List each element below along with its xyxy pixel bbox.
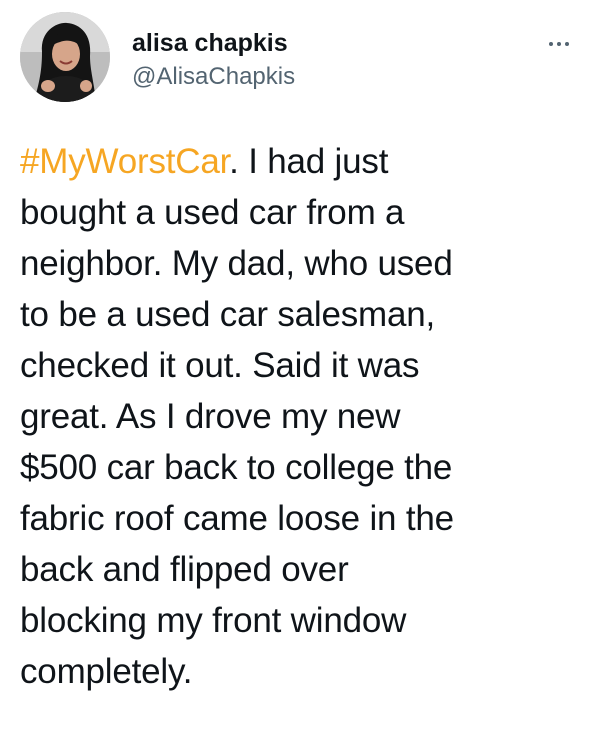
more-horizontal-icon: [557, 42, 561, 46]
tweet-line: blocking my front window: [20, 601, 407, 640]
tweet-line: to be a used car salesman,: [20, 295, 436, 334]
tweet-line: fabric roof came loose in the: [20, 499, 454, 538]
tweet-text-segment: . I had just: [229, 142, 389, 181]
hashtag-link[interactable]: #MyWorstCar: [20, 142, 229, 181]
tweet-line: $500 car back to college the: [20, 448, 453, 487]
tweet-header: alisa chapkis @AlisaChapkis: [20, 12, 580, 104]
profile-photo-icon: [20, 12, 110, 102]
more-options-button[interactable]: [542, 34, 576, 54]
avatar[interactable]: [20, 12, 110, 102]
tweet-line: great. As I drove my new: [20, 397, 401, 436]
tweet-line: checked it out. Said it was: [20, 346, 420, 385]
more-horizontal-icon: [549, 42, 553, 46]
tweet-line: bought a used car from a: [20, 193, 405, 232]
tweet-line: #MyWorstCar. I had just: [20, 136, 585, 187]
tweet-text: #MyWorstCar. I had just bought a used ca…: [20, 136, 585, 697]
tweet-line: back and flipped over: [20, 550, 349, 589]
author-name[interactable]: alisa chapkis: [132, 28, 288, 58]
tweet-line: completely.: [20, 652, 193, 691]
more-horizontal-icon: [565, 42, 569, 46]
tweet-line: neighbor. My dad, who used: [20, 244, 453, 283]
author-handle[interactable]: @AlisaChapkis: [132, 62, 295, 92]
